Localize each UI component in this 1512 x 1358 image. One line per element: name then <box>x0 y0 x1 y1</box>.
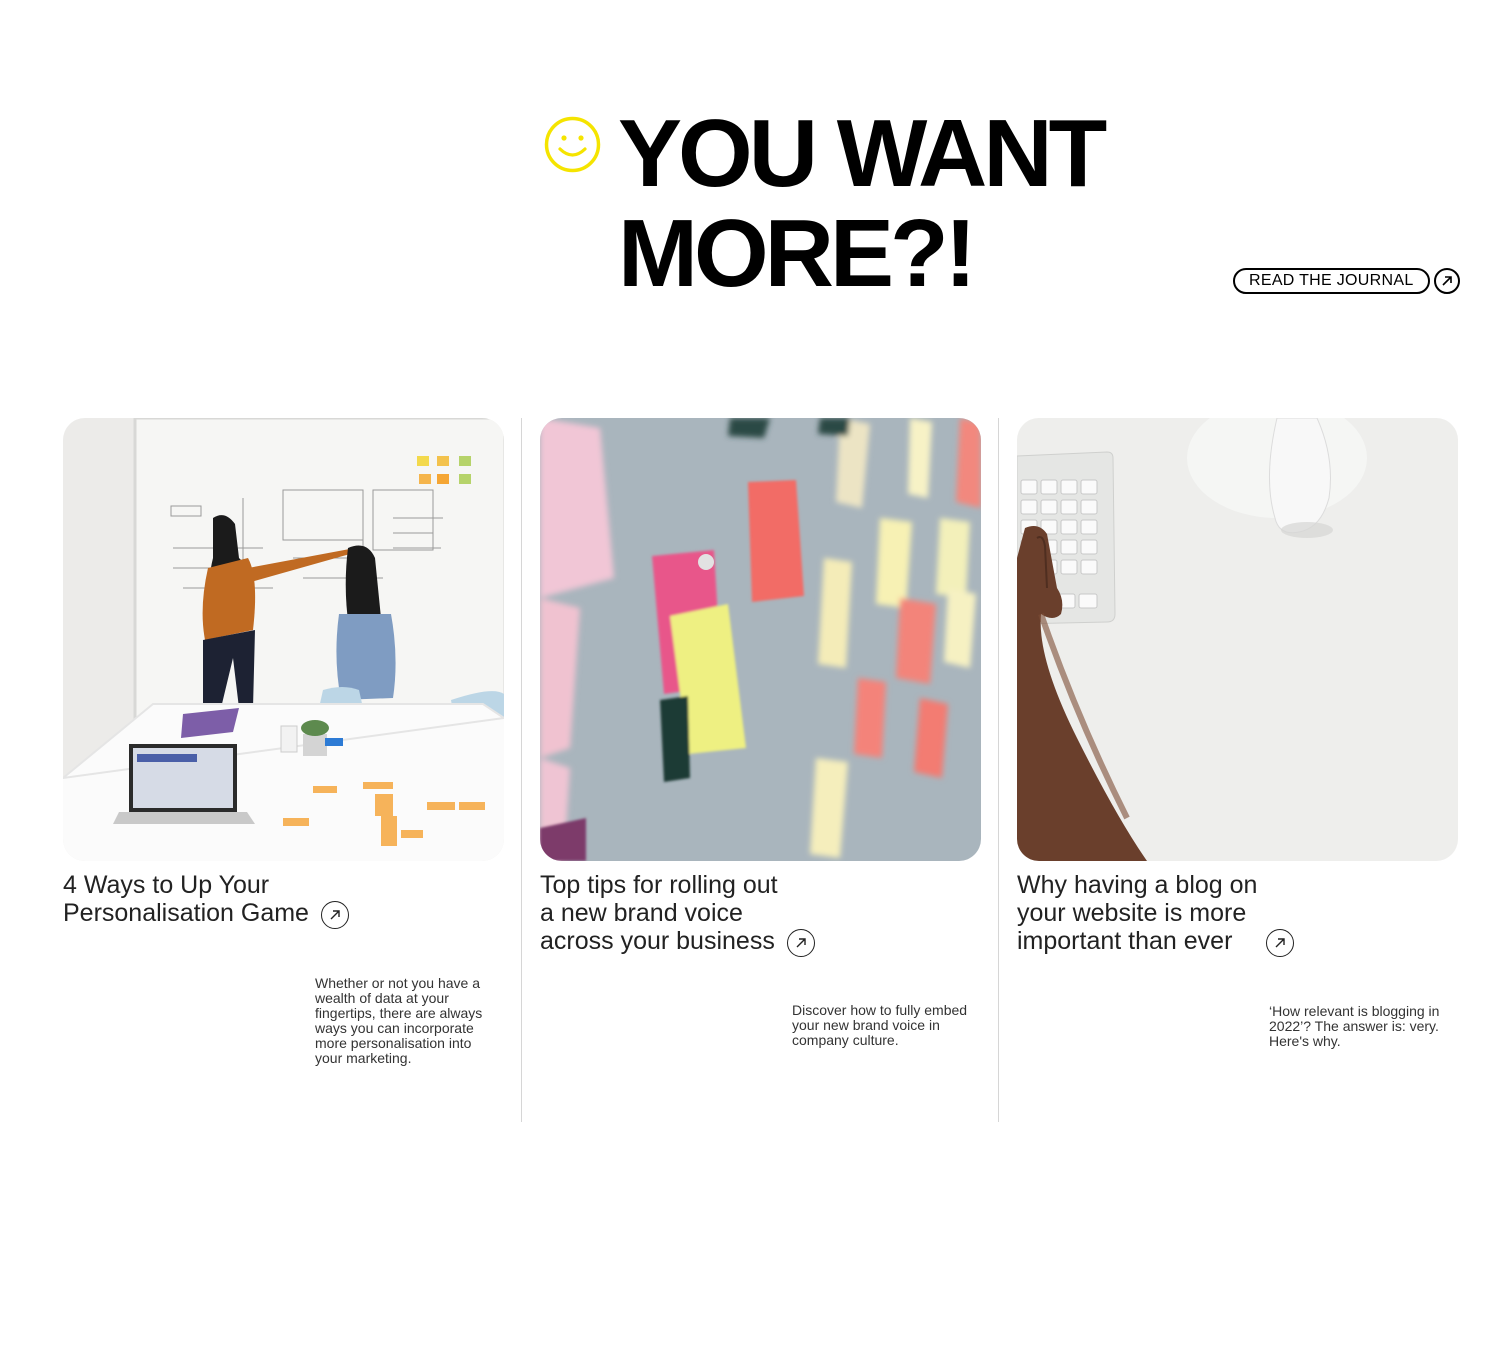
card-title[interactable]: 4 Ways to Up Your Personalisation Game <box>63 871 309 927</box>
hero-section: YOU WANT MORE?! READ THE JOURNAL <box>0 0 1512 400</box>
arrow-up-right-icon[interactable] <box>1266 928 1295 957</box>
hero-title-line-1: YOU WANT <box>618 100 1107 207</box>
arrow-up-right-icon[interactable] <box>786 928 815 957</box>
card-title-line-2: your website is more <box>1017 899 1247 927</box>
journal-cards: 4 Ways to Up Your Personalisation Game W… <box>63 418 1458 1122</box>
card-title-line-1: Why having a blog on <box>1017 871 1258 899</box>
article-card-blog[interactable]: Why having a blog on your website is mor… <box>1017 418 1458 1122</box>
arrow-up-right-icon[interactable] <box>320 900 349 929</box>
card-title-line-1: Top tips for rolling out <box>540 871 778 899</box>
card-title-line-1: 4 Ways to Up Your <box>63 871 270 899</box>
smiley-icon <box>544 116 601 173</box>
card-title-line-2: Personalisation Game <box>63 899 309 927</box>
card-description: ‘How relevant is blogging in 2022’? The … <box>1269 1003 1440 1049</box>
card-title-line-2: a new brand voice <box>540 899 743 927</box>
card-description: Discover how to fully embed your new bra… <box>792 1002 968 1048</box>
card-title-line-3: important than ever <box>1017 927 1233 955</box>
card-title-line-3: across your business <box>540 927 775 955</box>
card-title[interactable]: Top tips for rolling out a new brand voi… <box>540 871 778 955</box>
hero-title-line-2: MORE?! <box>618 200 977 307</box>
keyboard-mouse-photo[interactable] <box>1017 418 1458 861</box>
office-whiteboard-photo[interactable] <box>63 418 504 861</box>
card-description: Whether or not you have a wealth of data… <box>315 975 483 1066</box>
card-divider <box>998 418 999 1122</box>
read-journal-label: READ THE JOURNAL <box>1233 268 1430 294</box>
read-journal-link[interactable]: READ THE JOURNAL <box>1233 268 1460 294</box>
hero-title: YOU WANT MORE?! <box>618 104 1138 304</box>
sticky-notes-board-photo[interactable] <box>540 418 981 861</box>
card-title[interactable]: Why having a blog on your website is mor… <box>1017 871 1257 955</box>
card-divider <box>521 418 522 1122</box>
article-card-brand-voice[interactable]: Top tips for rolling out a new brand voi… <box>540 418 981 1122</box>
article-card-personalisation[interactable]: 4 Ways to Up Your Personalisation Game W… <box>63 418 504 1122</box>
arrow-up-right-icon <box>1433 268 1460 294</box>
